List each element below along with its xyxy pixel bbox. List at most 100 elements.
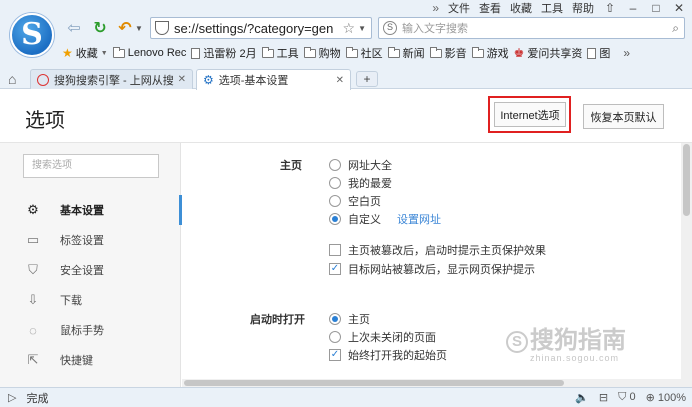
- back-arrow-icon[interactable]: ⇦: [64, 18, 84, 38]
- sidebar-toggle-icon[interactable]: ▷: [8, 391, 16, 404]
- maximize-button[interactable]: □: [649, 1, 663, 15]
- startup-option-last-session[interactable]: 上次未关闭的页面: [329, 329, 436, 345]
- sidebar-search-input[interactable]: 搜索选项: [23, 154, 159, 178]
- menu-more[interactable]: »: [432, 1, 439, 15]
- tab-sogou-search[interactable]: 搜狗搜索引擎 - 上网从搜 ✕: [30, 69, 193, 89]
- sidebar-item-basic[interactable]: ⚙ 基本设置: [0, 195, 182, 225]
- folder-icon: [261, 46, 274, 58]
- page-icon: [191, 47, 201, 59]
- radio-button[interactable]: [329, 331, 341, 343]
- sidebar-item-label: 快捷键: [60, 355, 93, 367]
- menu-tools[interactable]: 工具: [541, 0, 563, 16]
- folder-icon: [429, 46, 442, 58]
- site-tamper-check[interactable]: ✓ 目标网站被篡改后，显示网页保护提示: [329, 261, 535, 277]
- bookmark-item[interactable]: 社区: [345, 45, 383, 61]
- refresh-icon[interactable]: ↻: [90, 18, 110, 38]
- undo-dropdown-icon[interactable]: ▼: [134, 18, 144, 38]
- homepage-option-blank[interactable]: 空白页: [329, 193, 381, 209]
- sidebar-item-label: 标签设置: [60, 235, 104, 247]
- checkbox-checked[interactable]: ✓: [329, 263, 341, 275]
- search-engine-icon[interactable]: S: [383, 21, 397, 35]
- bookmark-item[interactable]: Lenovo Rec: [112, 46, 186, 59]
- address-url[interactable]: se://settings/?category=gen: [174, 21, 340, 36]
- watermark: S 搜狗指南: [506, 320, 676, 355]
- vertical-scrollbar[interactable]: [681, 143, 692, 387]
- internet-options-button[interactable]: Internet选项: [494, 102, 566, 127]
- address-bar[interactable]: se://settings/?category=gen ☆ ▼: [150, 17, 372, 39]
- menu-help[interactable]: 帮助: [572, 0, 594, 16]
- gear-icon: ⚙: [203, 73, 214, 87]
- search-icon[interactable]: ⌕: [672, 21, 679, 36]
- close-tab-icon[interactable]: ✕: [336, 75, 344, 86]
- home-icon[interactable]: ⌂: [8, 71, 16, 87]
- tab-icon: ▭: [26, 232, 40, 247]
- radio-button-selected[interactable]: [329, 213, 341, 225]
- radio-button[interactable]: [329, 177, 341, 189]
- bookmark-item[interactable]: 迅雷粉 2月: [191, 45, 257, 61]
- close-tab-icon[interactable]: ✕: [178, 74, 186, 85]
- sidebar-item-download[interactable]: ⇩ 下载: [0, 285, 181, 315]
- horizontal-scrollbar[interactable]: [182, 379, 681, 387]
- homepage-tamper-check[interactable]: 主页被篡改后，启动时提示主页保护效果: [329, 242, 546, 258]
- homepage-option-nav[interactable]: 网址大全: [329, 157, 392, 173]
- bookmark-star-icon[interactable]: ☆: [343, 20, 356, 37]
- radio-button[interactable]: [329, 195, 341, 207]
- adblock-shield-icon[interactable]: ⛉ 0: [618, 391, 635, 404]
- restore-defaults-button[interactable]: 恢复本页默认: [583, 104, 664, 129]
- radio-button[interactable]: [329, 159, 341, 171]
- startup-always-open-check[interactable]: ✓ 始终打开我的起始页: [329, 347, 447, 363]
- bookmarks-more-button[interactable]: »: [623, 46, 630, 60]
- scrollbar-thumb[interactable]: [683, 144, 690, 216]
- bookmark-item[interactable]: 影音: [429, 45, 467, 61]
- bookmark-item[interactable]: 工具: [261, 45, 299, 61]
- lock-icon[interactable]: ⊟: [599, 391, 608, 404]
- undo-icon[interactable]: ↶: [117, 18, 133, 38]
- sogou-logo-icon[interactable]: S: [10, 13, 54, 57]
- bookmark-item[interactable]: ♚ 爱问共享资: [514, 45, 583, 61]
- homepage-label: 主页: [280, 160, 302, 172]
- zoom-control[interactable]: ⊕ 100%: [646, 391, 686, 404]
- minimize-button[interactable]: –: [626, 1, 640, 15]
- homepage-option-custom[interactable]: 自定义 设置网址: [329, 211, 441, 227]
- address-dropdown-icon[interactable]: ▼: [358, 24, 366, 33]
- homepage-option-favorites[interactable]: 我的最爱: [329, 175, 392, 191]
- close-window-button[interactable]: ✕: [672, 1, 686, 15]
- search-box[interactable]: S 输入文字搜索 ⌕: [378, 17, 685, 39]
- scrollbar-thumb[interactable]: [184, 380, 564, 386]
- status-text: 完成: [26, 392, 49, 405]
- bookmark-item[interactable]: 游戏: [471, 45, 509, 61]
- bookmark-item[interactable]: 购物: [303, 45, 341, 61]
- set-url-link[interactable]: 设置网址: [397, 211, 441, 227]
- watermark-text: 搜狗指南: [530, 327, 626, 354]
- security-shield-icon[interactable]: [155, 21, 169, 35]
- new-tab-button[interactable]: +: [356, 71, 378, 87]
- folder-icon: [303, 46, 316, 58]
- search-input[interactable]: 输入文字搜索: [402, 20, 672, 36]
- bookmark-favorites[interactable]: ★ 收藏 ▼: [62, 45, 108, 61]
- radio-button-selected[interactable]: [329, 313, 341, 325]
- folder-icon: [471, 46, 484, 58]
- tab-settings[interactable]: ⚙ 选项-基本设置 ✕: [196, 69, 351, 90]
- tab-bar: ⌂ 搜狗搜索引擎 - 上网从搜 ✕ ⚙ 选项-基本设置 ✕ +: [0, 67, 692, 90]
- mouse-icon: ◌: [29, 322, 37, 338]
- sidebar-item-mouse-gesture[interactable]: ◌ 鼠标手势: [0, 315, 181, 345]
- sogou-favicon-icon: [37, 73, 49, 86]
- checkbox[interactable]: [329, 244, 341, 256]
- startup-option-homepage[interactable]: 主页: [329, 311, 370, 327]
- speaker-icon[interactable]: 🔈: [575, 391, 589, 404]
- menu-favorites[interactable]: 收藏: [510, 0, 532, 16]
- checkbox-checked[interactable]: ✓: [329, 349, 341, 361]
- sidebar-item-tabs[interactable]: ▭ 标签设置: [0, 225, 181, 255]
- status-tools: 🔈 ⊟ ⛉ 0 ⊕ 100%: [575, 391, 686, 404]
- menu-view[interactable]: 查看: [479, 0, 501, 16]
- bookmark-item[interactable]: 新闻: [387, 45, 425, 61]
- menu-file[interactable]: 文件: [448, 0, 470, 16]
- sidebar-item-shortcuts[interactable]: ⇱ 快捷键: [0, 345, 181, 375]
- chevron-down-icon: ▼: [100, 49, 108, 57]
- sidebar-item-security[interactable]: ⛉ 安全设置: [0, 255, 181, 285]
- status-bar: ▷ 完成 🔈 ⊟ ⛉ 0 ⊕ 100%: [0, 387, 692, 407]
- watermark-url: zhinan.sogou.com: [530, 353, 620, 363]
- gear-icon: ⚙: [27, 202, 39, 217]
- skin-icon[interactable]: ⇧: [603, 1, 617, 15]
- bookmark-item[interactable]: 图: [587, 45, 610, 61]
